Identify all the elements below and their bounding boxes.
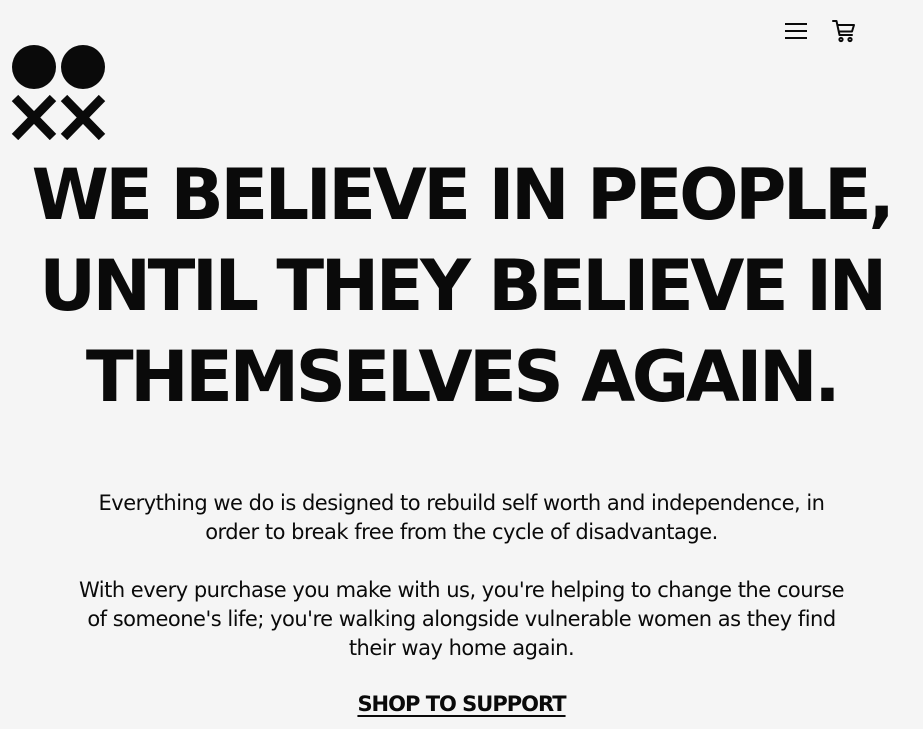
- headline-line: UNTIL THEY BELIEVE IN: [39, 245, 887, 327]
- body-copy: Everything we do is designed to rebuild …: [0, 489, 923, 663]
- hamburger-menu-icon[interactable]: [782, 17, 810, 45]
- cta-container: SHOP TO SUPPORT: [0, 692, 923, 716]
- shopping-cart-icon[interactable]: [830, 17, 858, 45]
- mission-paragraph: Everything we do is designed to rebuild …: [0, 489, 923, 547]
- two-dots-two-crosses-logo-icon: [11, 45, 106, 141]
- paragraph-line: order to break free from the cycle of di…: [205, 520, 718, 544]
- hero-headline: WE BELIEVE IN PEOPLE, UNTIL THEY BELIEVE…: [0, 150, 923, 423]
- paragraph-line: With every purchase you make with us, yo…: [78, 578, 845, 602]
- paragraph-line: their way home again.: [348, 636, 575, 660]
- paragraph-line: Everything we do is designed to rebuild …: [98, 491, 826, 515]
- header-icons: [782, 17, 858, 45]
- headline-line: WE BELIEVE IN PEOPLE,: [31, 154, 895, 236]
- headline-line: THEMSELVES AGAIN.: [85, 336, 841, 418]
- paragraph-line: of someone's life; you're walking alongs…: [87, 607, 836, 631]
- purchase-impact-paragraph: With every purchase you make with us, yo…: [0, 576, 923, 663]
- shop-to-support-link[interactable]: SHOP TO SUPPORT: [357, 692, 566, 716]
- brand-logo[interactable]: [11, 44, 107, 141]
